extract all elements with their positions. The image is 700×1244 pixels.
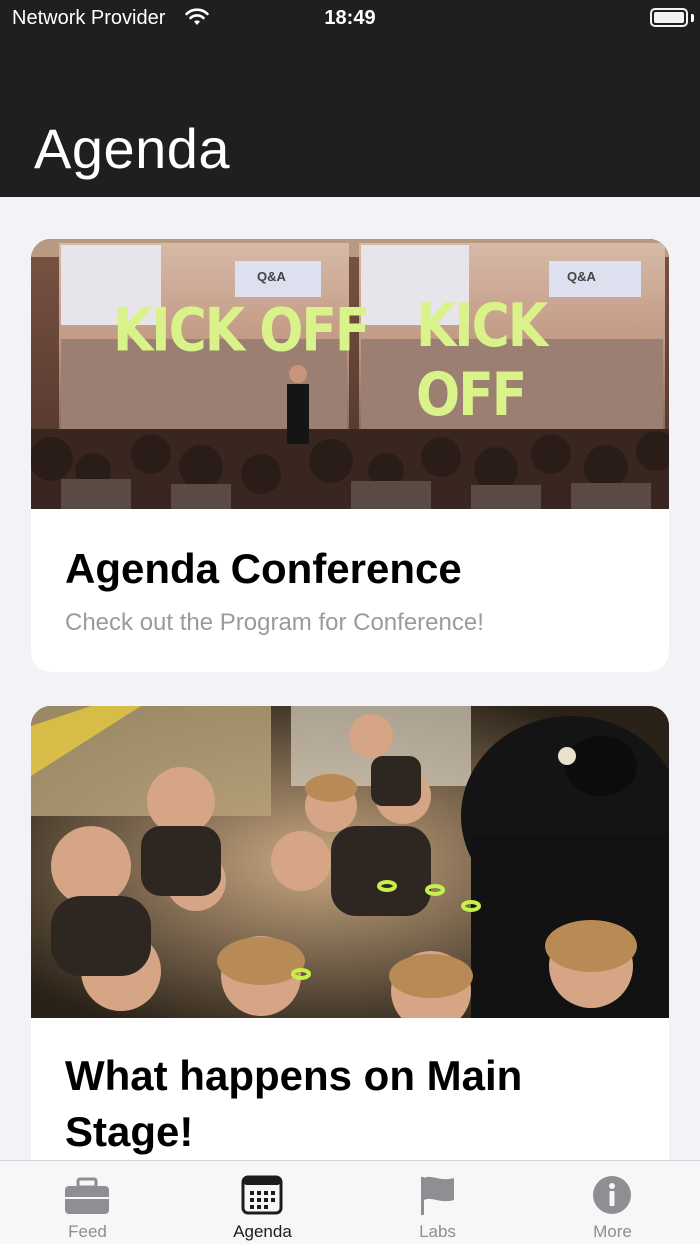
battery-icon <box>650 8 688 27</box>
kickoff-text-left: KICK OFF <box>113 296 370 366</box>
tab-label: Feed <box>68 1222 107 1241</box>
agenda-card-main-stage[interactable]: What happens on Main Stage! <box>31 706 669 1160</box>
card-subtitle: Check out the Program for Conference! <box>65 609 484 636</box>
flag-icon <box>421 1176 454 1215</box>
main-stage-crowd-photo <box>31 706 669 1018</box>
nav-header: Agenda <box>0 40 700 197</box>
slide-badge-right: Q&A <box>567 269 596 284</box>
battery-tip <box>691 14 694 22</box>
main-stage-illustration <box>31 706 669 1018</box>
tab-feed[interactable]: Feed <box>0 1161 175 1244</box>
briefcase-icon <box>65 1177 109 1214</box>
page-title: Agenda <box>34 117 231 180</box>
tab-label: Labs <box>419 1222 456 1241</box>
tab-labs[interactable]: Labs <box>350 1161 525 1244</box>
tab-more[interactable]: More <box>525 1161 700 1244</box>
card-title: Agenda Conference <box>65 545 462 592</box>
status-bar: Network Provider 18:49 <box>0 0 700 40</box>
tab-bar: Feed Agenda Labs More <box>0 1160 700 1244</box>
tab-agenda[interactable]: Agenda <box>175 1161 350 1244</box>
slide-badge-left: Q&A <box>257 269 286 284</box>
conference-kickoff-photo: KICK OFF KICK OFF Q&A Q&A <box>31 239 669 509</box>
tab-label: Agenda <box>233 1222 292 1241</box>
info-icon <box>593 1176 631 1214</box>
status-time: 18:49 <box>324 7 376 29</box>
agenda-card-conference[interactable]: KICK OFF KICK OFF Q&A Q&A Agenda Confere… <box>31 239 669 672</box>
agenda-list[interactable]: KICK OFF KICK OFF Q&A Q&A Agenda Confere… <box>0 197 700 1160</box>
calendar-icon <box>241 1175 283 1215</box>
tab-label: More <box>593 1222 632 1241</box>
card-title: What happens on Main Stage! <box>65 1052 523 1155</box>
kickoff-text-right: KICK OFF <box>416 292 548 430</box>
